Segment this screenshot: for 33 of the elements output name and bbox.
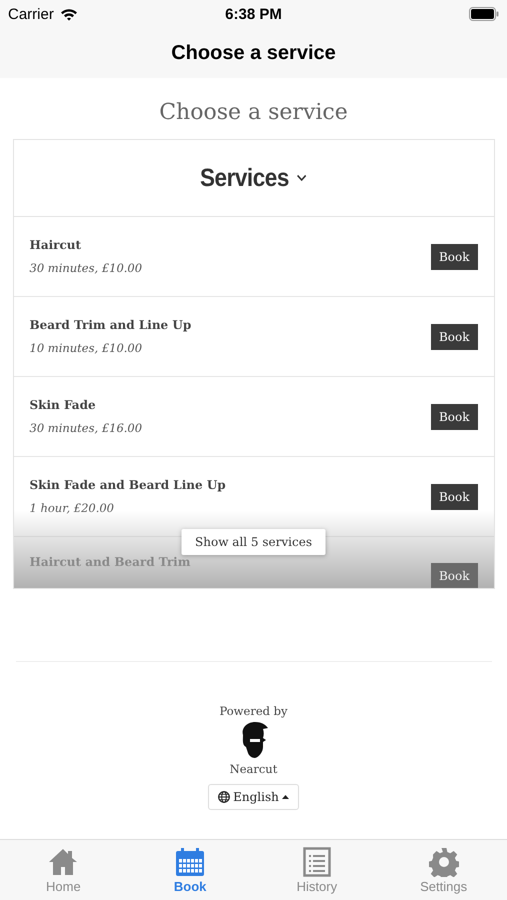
service-details: 1 hour, £20.00 [30, 501, 115, 515]
tab-item[interactable]: Book [126, 840, 254, 900]
book-button[interactable]: Book [430, 244, 478, 270]
chevron-down-icon [296, 174, 307, 182]
caret-up-icon [282, 795, 289, 799]
book-button[interactable]: Book [430, 404, 478, 430]
service-details: 30 minutes, £16.00 [30, 421, 142, 435]
calendar-icon [175, 846, 206, 876]
show-all-button[interactable]: Show all 5 services [181, 529, 326, 555]
book-button[interactable]: Book [430, 324, 478, 350]
page-heading: Choose a service [159, 100, 348, 125]
globe-icon [218, 791, 230, 803]
book-button[interactable]: Book [430, 484, 478, 510]
service-details: 10 minutes, £10.00 [30, 341, 144, 355]
service-name: Skin Fade and Beard Line Up [30, 478, 226, 492]
service-name: Beard Trim and Line Up [30, 318, 192, 332]
service-name: Haircut and Beard Trim [30, 555, 190, 569]
list-icon [302, 846, 331, 876]
carrier-label: Carrier [8, 6, 54, 22]
powered-by-label: Powered by [219, 704, 288, 718]
service-details: 30 minutes, £10.00 [30, 261, 142, 275]
home-icon [48, 846, 78, 876]
nav-title: Choose a service [171, 42, 336, 64]
wifi-icon [60, 8, 78, 20]
language-selector[interactable]: English [208, 784, 299, 810]
service-name: Skin Fade [30, 398, 97, 412]
clock-time: 6:38 PM [225, 6, 282, 22]
battery-icon [469, 7, 499, 21]
brand-name: Nearcut [230, 762, 278, 776]
settings-icon [428, 846, 459, 876]
book-button[interactable]: Book [430, 563, 478, 588]
services-dropdown[interactable]: Services [196, 160, 311, 196]
service-name: Haircut [30, 238, 82, 252]
